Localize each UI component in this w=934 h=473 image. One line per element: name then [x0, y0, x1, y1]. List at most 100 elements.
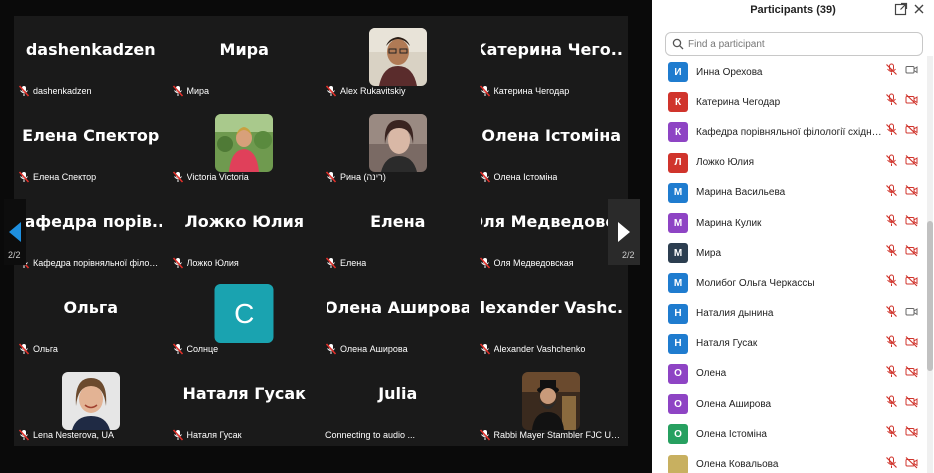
- tile-name-label: dashenkadzen: [18, 84, 162, 98]
- tile-name-label: Alex Rukavitskiy: [325, 84, 469, 98]
- participant-row[interactable]: Л Ложко Юлия: [652, 148, 924, 178]
- participant-row[interactable]: О Олена: [652, 359, 924, 389]
- tile-name-label: Катерина Чегодар: [479, 84, 623, 98]
- video-tile[interactable]: Олена Аширова Олена Аширова: [321, 274, 475, 360]
- participant-search[interactable]: [665, 32, 923, 56]
- video-tile[interactable]: Julia Connecting to audio ...: [321, 360, 475, 446]
- participant-name: Марина Кулик: [696, 217, 762, 229]
- video-tile[interactable]: Наталя Гусак Наталя Гусак: [167, 360, 321, 446]
- search-input[interactable]: [688, 38, 908, 50]
- video-grid: dashenkadzen dashenkadzen Мира Мира Alex Ruk…: [14, 16, 628, 446]
- participant-avatar: О: [668, 424, 688, 445]
- participant-status-icons: [885, 335, 918, 353]
- tile-name-text: Rabbi Mayer Stambler FJC Ukraine: [493, 430, 623, 440]
- video-tile[interactable]: Оля Медведовс... Оля Медведовская: [474, 188, 628, 274]
- participant-avatar: М: [668, 273, 688, 294]
- tile-display-name: Елена: [370, 211, 426, 231]
- video-off-icon: [905, 93, 918, 111]
- participant-row[interactable]: Олена Ковальова: [652, 449, 924, 473]
- participant-name: Мира: [696, 247, 722, 259]
- participant-status-icons: [885, 93, 918, 111]
- video-tile[interactable]: Рина (רינה): [321, 102, 475, 188]
- chevron-right-icon: [618, 222, 630, 242]
- tile-name-text: Олена Аширова: [340, 344, 408, 354]
- participant-list: И Инна Орехова К Катерина Чегодар К Кафедра п…: [652, 57, 924, 473]
- tile-name-label: Ольга: [18, 342, 162, 356]
- participant-row[interactable]: К Кафедра порівняльної філології східних …: [652, 117, 924, 147]
- participant-status-icons: [885, 63, 918, 81]
- participant-row[interactable]: О Олена Істоміна: [652, 419, 924, 449]
- participant-name: Марина Васильева: [696, 187, 786, 199]
- video-tile[interactable]: Rabbi Mayer Stambler FJC Ukraine: [474, 360, 628, 446]
- video-tile[interactable]: Lena Nesterova, UA: [14, 360, 168, 446]
- participant-row[interactable]: М Молибог Ольга Черкассы: [652, 268, 924, 298]
- participant-row[interactable]: М Марина Кулик: [652, 208, 924, 238]
- mic-muted-icon: [172, 171, 184, 183]
- participant-status-icons: [885, 365, 918, 383]
- video-tile[interactable]: Мира Мира: [167, 16, 321, 102]
- video-tile[interactable]: Елена Спектор Елена Спектор: [14, 102, 168, 188]
- participant-row[interactable]: Н Наталя Гусак: [652, 329, 924, 359]
- tile-name-text: Елена: [340, 258, 367, 268]
- tile-name-text: Мира: [186, 86, 210, 96]
- tile-name-text: Кафедра порівняльної філологі...: [33, 258, 162, 268]
- participant-name: Наталя Гусак: [696, 338, 758, 350]
- tile-display-name: Оля Медведовс...: [481, 211, 623, 231]
- tile-name-label: Ложко Юлия: [172, 256, 316, 270]
- tile-name-label: Рина (רינה): [325, 170, 469, 184]
- tile-name-text: Елена Спектор: [33, 172, 97, 182]
- mic-muted-icon: [885, 244, 898, 262]
- video-on-icon: [905, 63, 918, 81]
- video-tile[interactable]: C Солнце: [167, 274, 321, 360]
- video-off-icon: [905, 456, 918, 473]
- video-off-icon: [905, 154, 918, 172]
- popout-icon[interactable]: [894, 2, 908, 16]
- video-feed-photo: [215, 114, 274, 172]
- video-tile[interactable]: Катерина Чего... Катерина Чегодар: [474, 16, 628, 102]
- tile-name-label: Connecting to audio ...: [325, 428, 469, 442]
- participant-avatar: [668, 454, 688, 473]
- tile-name-label: Оля Медведовская: [479, 256, 623, 270]
- video-feed-photo: [368, 114, 427, 172]
- video-tile[interactable]: Елена Елена: [321, 188, 475, 274]
- participant-avatar: М: [668, 182, 688, 203]
- scrollbar-thumb[interactable]: [927, 221, 933, 371]
- participant-name: Кафедра порівняльної філології східних т…: [696, 126, 884, 138]
- video-tile[interactable]: Alexander Vashc... Alexander Vashchenko: [474, 274, 628, 360]
- tile-display-name: dashenkadzen: [25, 39, 156, 59]
- mic-muted-icon: [885, 214, 898, 232]
- video-off-icon: [905, 123, 918, 141]
- video-tile[interactable]: Victoria Victoria: [167, 102, 321, 188]
- video-tile[interactable]: Alex Rukavitskiy: [321, 16, 475, 102]
- video-tile[interactable]: Кафедра порів... Кафедра порівняльної філ…: [14, 188, 168, 274]
- mic-muted-icon: [18, 343, 30, 355]
- participant-row[interactable]: М Марина Васильева: [652, 178, 924, 208]
- tile-name-text: Alexander Vashchenko: [493, 344, 586, 354]
- video-tile[interactable]: Олена Істоміна Олена Істоміна: [474, 102, 628, 188]
- tile-name-text: Катерина Чегодар: [493, 86, 570, 96]
- participant-avatar: Н: [668, 303, 688, 324]
- video-tile[interactable]: Ольга Ольга: [14, 274, 168, 360]
- participant-row[interactable]: К Катерина Чегодар: [652, 87, 924, 117]
- mic-muted-icon: [885, 365, 898, 383]
- participant-scrollbar[interactable]: [927, 56, 933, 473]
- close-icon[interactable]: [912, 2, 926, 16]
- mic-muted-icon: [479, 429, 491, 441]
- video-feed-photo: [368, 28, 427, 86]
- avatar-letter: C: [214, 284, 274, 343]
- participant-row[interactable]: М Мира: [652, 238, 924, 268]
- participant-row[interactable]: И Инна Орехова: [652, 57, 924, 87]
- tile-name-text: Олена Істоміна: [493, 172, 558, 182]
- participant-row[interactable]: Н Наталия дынина: [652, 299, 924, 329]
- tile-display-name: Мира: [219, 39, 269, 59]
- video-tile[interactable]: dashenkadzen dashenkadzen: [14, 16, 168, 102]
- participants-panel: Participants (39) И Инна Орехова К Катерина…: [652, 0, 934, 473]
- tile-name-label: Елена Спектор: [18, 170, 162, 184]
- tile-display-name: Олена Аширова: [327, 297, 469, 317]
- tile-name-text: Солнце: [186, 344, 219, 354]
- participant-row[interactable]: О Олена Аширова: [652, 389, 924, 419]
- video-off-icon: [905, 365, 918, 383]
- video-tile[interactable]: Ложко Юлия Ложко Юлия: [167, 188, 321, 274]
- tile-name-text: dashenkadzen: [33, 86, 92, 96]
- mic-muted-icon: [885, 395, 898, 413]
